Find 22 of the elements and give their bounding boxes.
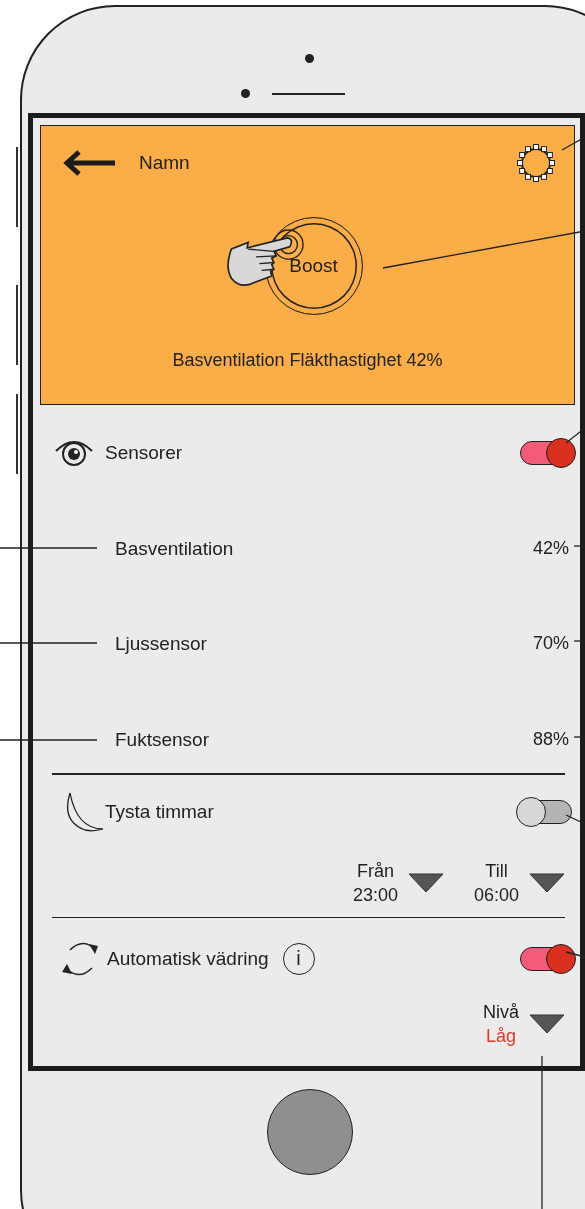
reading-label: Fuktsensor [115,729,210,751]
sensor-dot [305,54,314,63]
time-picker[interactable]: Från 23:00 [352,848,444,917]
screen-title: Namn [139,152,191,174]
reading-value: 42% [532,538,569,559]
camera-dot [241,89,250,98]
reading-value: 88% [532,729,569,750]
caret-icon [529,1014,565,1034]
time-picker[interactable]: Till 06:00 [473,848,565,917]
fan-speed-status: Basventilation Fläkthastighet 42% [171,350,444,371]
caret-icon [407,872,444,893]
section-label: Sensorer [105,442,184,464]
settings-icon[interactable] [516,143,556,183]
reading-label: Ljussensor [115,632,208,655]
caret-icon [529,872,565,893]
reading-value: 70% [532,633,569,654]
section-label: Automatisk vädring [107,947,269,970]
level-picker[interactable]: Nivå Låg [483,999,565,1049]
reading-label: Basventilation [115,537,235,560]
section-label: Tysta timmar [105,800,215,823]
back-arrow-icon[interactable] [63,149,117,177]
eye-icon [55,439,93,467]
